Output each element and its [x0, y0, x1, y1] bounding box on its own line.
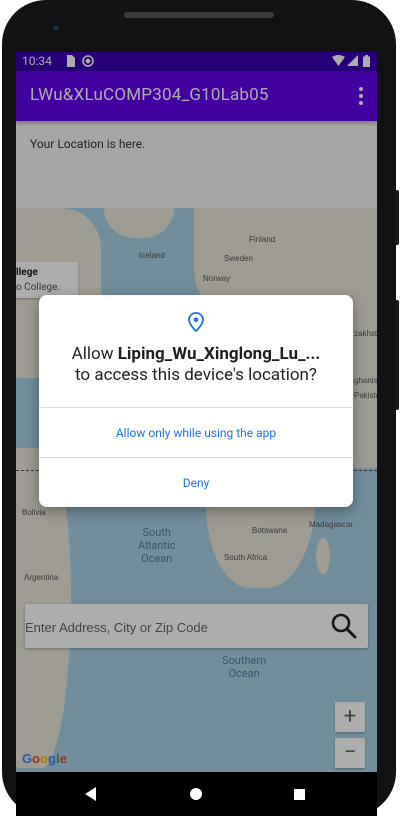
permission-app-name: Liping_Wu_Xinglong_Lu_...: [117, 344, 321, 364]
back-icon[interactable]: [85, 787, 96, 801]
power-button: [395, 190, 399, 245]
navigation-bar: [16, 772, 377, 816]
screen: 10:34 LWu&XLuCOMP304_G10Lab05 Your Locat…: [16, 52, 377, 772]
location-pin-icon: [188, 312, 204, 332]
recents-icon[interactable]: [294, 789, 305, 800]
allow-while-using-button[interactable]: Allow only while using the app: [39, 409, 353, 457]
permission-message: Allow Liping_Wu_Xinglong_Lu_... to acces…: [71, 344, 321, 385]
front-camera: [50, 22, 62, 34]
permission-dialog: Allow Liping_Wu_Xinglong_Lu_... to acces…: [39, 295, 353, 507]
dialog-divider: [39, 457, 353, 458]
phone-frame: 10:34 LWu&XLuCOMP304_G10Lab05 Your Locat…: [0, 0, 400, 819]
home-icon[interactable]: [190, 788, 202, 800]
dialog-divider: [39, 407, 353, 408]
earpiece-speaker: [124, 12, 274, 18]
volume-button: [395, 300, 399, 410]
deny-button[interactable]: Deny: [39, 459, 353, 507]
